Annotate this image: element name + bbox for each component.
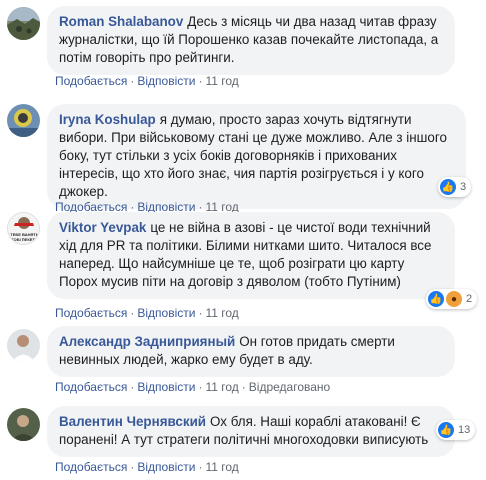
comment-time[interactable]: 11 год (205, 74, 238, 88)
comment-bubble: Iryna Koshulap я думаю, просто зараз хочу… (47, 104, 466, 209)
like-icon: 👍 (438, 422, 454, 438)
reaction-summary[interactable]: 👍 13 (436, 420, 476, 440)
reply-link[interactable]: Відповісти (137, 74, 195, 88)
like-icon: 👍 (440, 179, 456, 195)
comment-actions: Подобається · Відповісти · 11 год · Відредагов… (55, 380, 331, 394)
comment-time[interactable]: 11 год (205, 460, 238, 474)
like-link[interactable]: Подобається (55, 460, 127, 474)
like-link[interactable]: Подобається (55, 380, 127, 394)
avatar[interactable] (7, 408, 40, 441)
reply-link[interactable]: Відповісти (137, 306, 195, 320)
avatar[interactable] (7, 329, 40, 362)
avatar[interactable] (7, 7, 40, 40)
comment-bubble: Валентин Чернявский Ох бля. Наші кораблі … (47, 406, 455, 457)
comment-time[interactable]: 11 год (205, 306, 238, 320)
comment-author-link[interactable]: Александр Задниприяный (59, 334, 235, 349)
reaction-count: 13 (458, 424, 471, 436)
reaction-count: 2 (466, 293, 473, 305)
comment-author-link[interactable]: Roman Shalabanov (59, 14, 183, 29)
comment-author-link[interactable]: Iryna Koshulap (59, 112, 156, 127)
comment-bubble: Roman Shalabanov Десь з місяць чи два наз… (47, 6, 455, 75)
reaction-count: 3 (460, 181, 467, 193)
avatar[interactable]: ТЕБЕ ВАНЯТЬ ТОБІ ПЕКЕТЬ (7, 212, 40, 245)
like-link[interactable]: Подобається (55, 306, 127, 320)
comment-author-link[interactable]: Viktor Yevpak (59, 220, 146, 235)
comment-author-link[interactable]: Валентин Чернявский (59, 414, 206, 429)
comment-actions: Подобається · Відповісти · 11 год (55, 306, 239, 320)
reaction-summary[interactable]: 👍 ● 2 (426, 289, 478, 309)
reaction-summary[interactable]: 👍 3 (438, 177, 472, 197)
like-icon: 👍 (428, 291, 444, 307)
reply-link[interactable]: Відповісти (137, 380, 195, 394)
angry-icon: ● (446, 291, 462, 307)
comment-bubble: Viktor Yevpak це не війна в азові - це чи… (47, 212, 455, 299)
edited-label[interactable]: Відредаговано (249, 380, 330, 394)
reply-link[interactable]: Відповісти (137, 460, 195, 474)
comment-time[interactable]: 11 год (205, 380, 238, 394)
avatar-caption: ТЕБЕ ВАНЯТЬ ТОБІ ПЕКЕТЬ (10, 232, 39, 242)
like-link[interactable]: Подобається (55, 74, 127, 88)
comment-actions: Подобається · Відповісти · 11 год (55, 460, 239, 474)
avatar[interactable] (7, 104, 40, 137)
comment-bubble: Александр Задниприяный Он готов придать с… (47, 326, 455, 377)
comment-actions: Подобається · Відповісти · 11 год (55, 74, 239, 88)
